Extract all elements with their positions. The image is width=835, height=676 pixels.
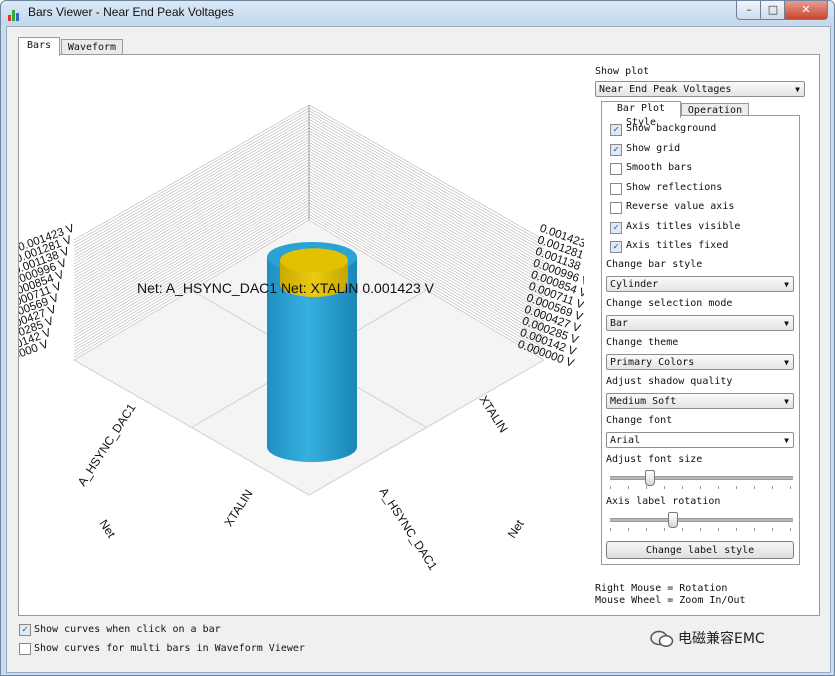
theme-select[interactable]: Primary Colors ▼ xyxy=(606,354,794,370)
font-size-slider[interactable] xyxy=(610,470,793,489)
chevron-down-icon: ▼ xyxy=(784,358,789,367)
window-title: Bars Viewer - Near End Peak Voltages xyxy=(28,5,234,19)
plot-bars xyxy=(267,242,357,462)
font-value: Arial xyxy=(610,435,641,446)
checkbox[interactable] xyxy=(610,202,622,214)
chevron-down-icon: ▼ xyxy=(795,85,800,94)
grid-line xyxy=(308,122,545,259)
grid-line xyxy=(73,107,310,244)
bar-plot-3d[interactable]: Net: A_HSYNC_DAC1 Net: XTALIN 0.001423 V… xyxy=(19,55,584,615)
slider-thumb[interactable] xyxy=(645,470,655,486)
grid-line xyxy=(73,113,310,250)
grid-line xyxy=(73,116,310,253)
selection-mode-label: Change selection mode xyxy=(606,298,733,309)
shadow-quality-select[interactable]: Medium Soft ▼ xyxy=(606,393,794,409)
checkbox-label: Show reflections xyxy=(626,181,723,193)
checkbox[interactable] xyxy=(19,643,31,655)
font-label: Change font xyxy=(606,415,673,426)
bar-chart-icon xyxy=(8,7,22,21)
column-axis-title: Net xyxy=(505,517,527,541)
bar-style-value: Cylinder xyxy=(610,279,659,290)
checkbox[interactable]: ✓ xyxy=(19,624,31,636)
checkbox[interactable]: ✓ xyxy=(610,124,622,136)
grid-line xyxy=(308,119,545,256)
bar-top[interactable] xyxy=(280,248,348,273)
checkbox[interactable] xyxy=(610,163,622,175)
app-window: Bars Viewer - Near End Peak Voltages – □… xyxy=(0,0,835,676)
slider-ticks xyxy=(610,486,793,489)
watermark-text: 电磁兼容EMC xyxy=(678,631,765,647)
wechat-icon xyxy=(650,630,674,647)
zoom-hint: Mouse Wheel = Zoom In/Out xyxy=(595,595,746,606)
change-label-style-button[interactable]: Change label style xyxy=(606,541,794,559)
slider-thumb[interactable] xyxy=(667,512,678,528)
grid-line xyxy=(73,122,310,259)
grid-line xyxy=(308,110,545,247)
checkbox[interactable]: ✓ xyxy=(610,143,622,156)
row-label: A_HSYNC_DAC1 xyxy=(75,401,139,489)
chevron-down-icon: ▼ xyxy=(784,397,789,406)
checkbox-label: Reverse value axis xyxy=(626,201,735,212)
title-bar[interactable]: Bars Viewer - Near End Peak Voltages – □… xyxy=(1,1,834,25)
show-plot-label: Show plot xyxy=(595,66,650,77)
theme-label: Change theme xyxy=(606,337,679,348)
tab-bars[interactable]: Bars xyxy=(18,37,60,56)
grid-line xyxy=(308,107,545,244)
slider-ticks xyxy=(610,528,793,531)
bars-tab-pane: Net: A_HSYNC_DAC1 Net: XTALIN 0.001423 V… xyxy=(18,54,820,616)
font-size-label: Adjust font size xyxy=(606,454,703,465)
checkbox[interactable] xyxy=(610,182,622,195)
grid-line xyxy=(73,119,310,256)
font-select[interactable]: Arial ▼ xyxy=(606,432,794,448)
client-area: Bars Waveform Net: A_HSYNC_DAC1 Net: XTA… xyxy=(6,26,831,673)
checkbox-label: Show grid xyxy=(626,142,681,154)
row-label: XTALIN xyxy=(221,487,255,529)
grid-line xyxy=(308,116,545,253)
row-axis-title: Net xyxy=(96,517,118,541)
grid-line xyxy=(73,110,310,247)
settings-panel: Show plot Near End Peak Voltages ▼ Bar P… xyxy=(591,55,811,615)
checkbox[interactable]: ✓ xyxy=(610,221,622,234)
checkbox-label: Axis titles visible xyxy=(626,220,741,232)
chevron-down-icon: ▼ xyxy=(784,319,789,328)
checkbox[interactable]: ✓ xyxy=(610,241,622,253)
show-plot-select[interactable]: Near End Peak Voltages ▼ xyxy=(595,81,805,97)
rotation-label: Axis label rotation xyxy=(606,496,721,507)
theme-value: Primary Colors xyxy=(610,357,695,368)
show-plot-value: Near End Peak Voltages xyxy=(599,84,732,95)
checkbox-label: Axis titles fixed xyxy=(626,240,729,251)
close-button[interactable]: ✕ xyxy=(784,1,828,20)
bar-plot-style-pane: ✓ Show background ✓ Show grid Smooth bars Sho… xyxy=(601,115,800,565)
bar-style-label: Change bar style xyxy=(606,259,703,270)
rotation-hint: Right Mouse = Rotation xyxy=(595,583,728,594)
chevron-down-icon: ▼ xyxy=(784,436,789,445)
label-rotation-slider[interactable] xyxy=(610,512,793,531)
slider-track xyxy=(610,476,793,480)
option-label: Show curves when click on a bar xyxy=(34,624,221,635)
selection-label: Net: A_HSYNC_DAC1 Net: XTALIN 0.001423 V xyxy=(137,280,435,296)
grid-line xyxy=(308,113,545,250)
selection-mode-select[interactable]: Bar ▼ xyxy=(606,315,794,331)
bar-style-select[interactable]: Cylinder ▼ xyxy=(606,276,794,292)
minimize-button[interactable]: – xyxy=(736,1,762,20)
column-label: XTALIN xyxy=(476,393,510,435)
option-label: Show curves for multi bars in Waveform V… xyxy=(34,643,305,654)
slider-track xyxy=(610,518,793,522)
tab-bar-plot-style[interactable]: Bar Plot Style xyxy=(601,101,681,128)
shadow-quality-value: Medium Soft xyxy=(610,396,677,407)
column-label: A_HSYNC_DAC1 xyxy=(376,485,440,573)
watermark: 电磁兼容EMC xyxy=(650,628,765,648)
maximize-button[interactable]: □ xyxy=(760,1,786,20)
chevron-down-icon: ▼ xyxy=(784,280,789,289)
checkbox-label: Smooth bars xyxy=(626,162,693,173)
selection-mode-value: Bar xyxy=(610,318,629,329)
shadow-quality-label: Adjust shadow quality xyxy=(606,376,733,387)
